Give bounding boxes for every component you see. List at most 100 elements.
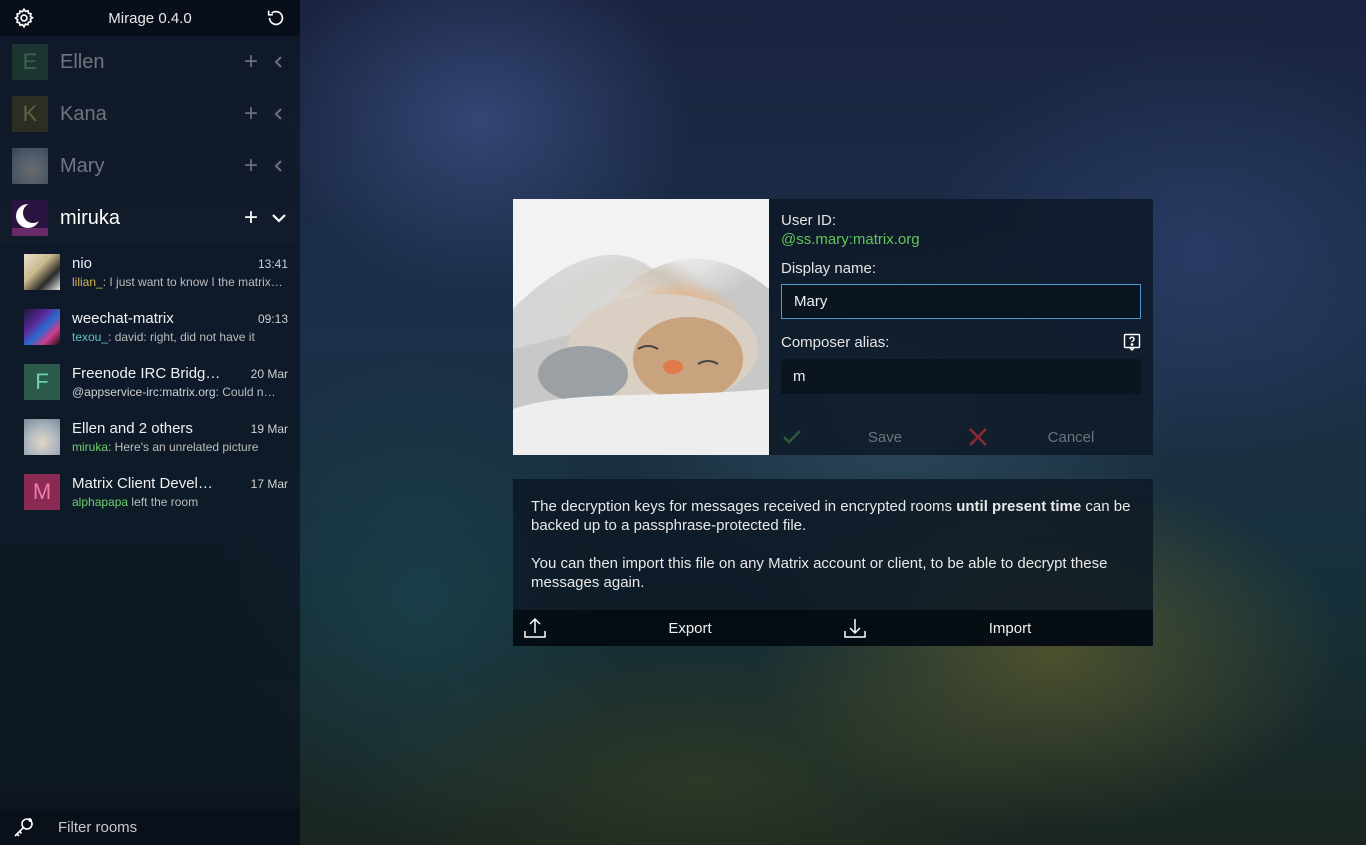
account-name: Kana [60,102,107,125]
cat-photo-image [513,199,769,455]
cancel-label: Cancel [1047,428,1095,446]
refresh-icon [267,10,284,26]
room-avatar: M [24,473,60,510]
room-last-message: alphapapa left the room [72,495,288,509]
add-room-button[interactable]: + [240,100,262,128]
avatar: E [12,44,48,80]
room-item[interactable]: Ellen and 2 others 19 Mar miruka: Here's… [0,409,300,464]
avatar-photo[interactable] [513,199,769,455]
room-item[interactable]: nio 13:41 lilian_: I just want to know I… [0,244,300,299]
account-kana[interactable]: K Kana + [0,88,300,140]
room-time: 13:41 [257,256,288,271]
profile-form: User ID: @ss.mary:matrix.org Display nam… [769,199,1153,455]
message-sender: alphapapa [72,494,129,509]
user-id-value: @ss.mary:matrix.org [781,231,920,248]
room-avatar-image [24,308,60,345]
message-sender: @appservice-irc:matrix.org [72,384,216,399]
chevron-left-icon [274,56,282,68]
settings-button[interactable] [12,6,36,30]
room-name: Matrix Client Devel… [72,474,213,492]
room-item[interactable]: M Matrix Client Devel… 17 Mar alphapapa … [0,464,300,519]
room-last-message: @appservice-irc:matrix.org: Could n… [72,385,288,399]
app-title: Mirage 0.4.0 [108,9,192,27]
account-name: Mary [60,154,105,177]
room-name: weechat-matrix [72,309,174,327]
account-mary[interactable]: Mary + [0,140,300,192]
export-label: Export [668,619,712,637]
chevron-left-icon [274,108,282,120]
account-ellen[interactable]: E Ellen + [0,36,300,88]
room-avatar: F [24,363,60,400]
composer-alias-field[interactable]: m [781,359,1141,394]
add-room-button[interactable]: + [240,204,262,232]
filter-placeholder: Filter rooms [58,818,138,836]
avatar-initial: F [35,368,49,394]
import-label: Import [988,619,1032,637]
help-icon [1123,333,1141,351]
message-sender: lilian_ [72,274,103,289]
room-last-message: lilian_: I just want to know I the matri… [72,275,288,289]
room-avatar-image [24,253,60,290]
upload-icon [524,617,546,638]
account-name: Ellen [60,50,105,73]
keys-description: The decryption keys for messages receive… [513,479,1153,592]
room-time: 09:13 [257,311,288,326]
add-room-button[interactable]: + [240,152,262,180]
keys-text-1a: The decryption keys for messages receive… [531,498,957,515]
export-button[interactable]: Export [513,610,833,646]
room-name: nio [72,254,93,272]
chevron-left-icon [274,160,282,172]
room-avatar-image [24,418,60,455]
room-item[interactable]: weechat-matrix 09:13 texou_: david: righ… [0,299,300,354]
keys-text-1-bold: until present time [956,498,1082,515]
room-time: 17 Mar [250,476,288,491]
save-button[interactable]: Save [781,419,967,455]
checkmark-icon [783,430,801,444]
composer-alias-value: m [793,368,806,385]
message-text: left the room [128,494,199,509]
save-label: Save [867,428,903,446]
keys-actions: Export Import [513,610,1153,646]
display-name-value: Mary [794,293,828,310]
account-profile-card: User ID: @ss.mary:matrix.org Display nam… [513,199,1153,455]
add-room-button[interactable]: + [240,48,262,76]
collapse-button[interactable] [270,209,288,227]
avatar-image [12,148,48,184]
help-button[interactable] [1123,333,1141,351]
avatar: K [12,96,48,132]
display-name-field[interactable]: Mary [781,284,1141,319]
avatar-image [12,200,48,236]
composer-alias-label: Composer alias: [781,333,890,351]
message-text: : david: right, did not have it [108,329,255,344]
account-miruka[interactable]: miruka + [0,192,300,244]
room-name: Freenode IRC Bridg… [72,364,221,382]
avatar-initial: M [32,478,52,504]
room-last-message: texou_: david: right, did not have it [72,330,288,344]
download-icon [844,619,866,638]
user-id-label: User ID: [781,212,837,229]
room-time: 19 Mar [250,421,288,436]
expand-button[interactable] [270,53,288,71]
avatar-initial: E [22,49,38,74]
display-name-label: Display name: [781,260,877,277]
message-sender: texou_ [72,329,109,344]
import-button[interactable]: Import [833,610,1153,646]
sidebar: Mirage 0.4.0 E Ellen + K Kana + Mary + m… [0,0,300,845]
chevron-down-icon [272,214,286,223]
avatar-initial: K [22,101,38,126]
message-text: : Here's an unrelated picture [108,439,259,454]
expand-button[interactable] [270,105,288,123]
filter-rooms-field[interactable]: Filter rooms [0,809,300,845]
refresh-button[interactable] [264,6,288,30]
close-icon [969,428,987,446]
expand-button[interactable] [270,157,288,175]
room-item[interactable]: F Freenode IRC Bridg… 20 Mar @appservice… [0,354,300,409]
moon-avatar-icon [12,200,48,236]
keys-paragraph-2: You can then import this file on any Mat… [531,555,1108,591]
encryption-keys-card: The decryption keys for messages receive… [513,479,1153,646]
cancel-button[interactable]: Cancel [967,419,1153,455]
key-add-icon [14,818,33,837]
top-bar: Mirage 0.4.0 [0,0,300,36]
room-last-message: miruka: Here's an unrelated picture [72,440,288,454]
message-text: : Could n… [215,384,276,399]
